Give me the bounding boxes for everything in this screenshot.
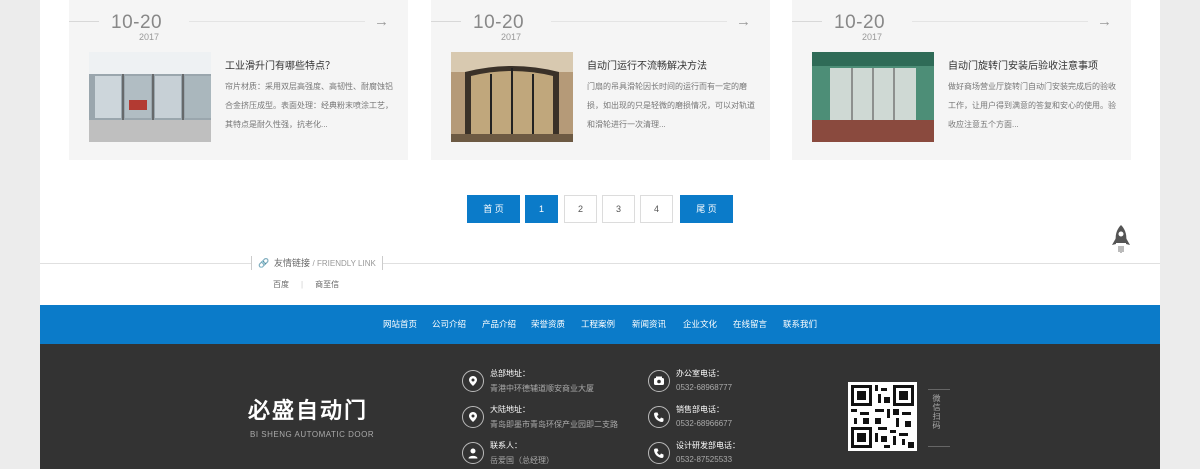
news-card[interactable]: 10-20 2017 → 工业滑升门有哪些特点？ 帘片材质：采用双层高强度、高韧… (69, 0, 408, 160)
card-date: 10-20 2017 → (431, 12, 770, 42)
news-desc: 做好商场营业厅旋转门自动门安装完成后的验收工作，让用户得到满意的答复和安心的使用… (948, 82, 1116, 129)
phone-icon (648, 442, 670, 464)
news-title[interactable]: 自动门旋转门安装后验收注意事项 (948, 57, 1118, 72)
news-image[interactable] (89, 52, 211, 142)
nav-item-cases[interactable]: 工程案例 (581, 305, 615, 344)
card-day: 10-20 (834, 12, 886, 33)
card-year: 2017 (139, 32, 160, 42)
card-date: 10-20 2017 → (792, 12, 1131, 42)
contact-label: 设计研发部电话： (676, 441, 740, 450)
nav-item-home[interactable]: 网站首页 (383, 305, 417, 344)
phone-icon (648, 406, 670, 428)
footer-nav: 网站首页 公司介绍 产品介绍 荣誉资质 工程案例 新闻资讯 企业文化 在线留言 … (40, 305, 1160, 344)
contact-label: 总部地址： (490, 369, 530, 378)
news-desc: 门扇的吊具滑轮因长时间的运行而有一定的磨损，如出现的只是轻微的磨损情况，可以对轨… (587, 82, 755, 129)
friendly-link-item[interactable]: 商至信 (315, 280, 339, 289)
card-day: 10-20 (111, 12, 163, 33)
friendly-link-list: 百度 | 商至信 (273, 280, 340, 289)
arrow-right-icon[interactable]: → (1097, 13, 1112, 30)
contact-value: 0532-68968777 (676, 383, 733, 392)
news-title[interactable]: 工业滑升门有哪些特点？ (225, 57, 395, 72)
friendly-link-heading: 🔗 友情链接 / FRIENDLY LINK (251, 256, 383, 270)
nav-item-products[interactable]: 产品介绍 (482, 305, 516, 344)
news-desc: 帘片材质：采用双层高强度、高韧性、耐腐蚀铝合金挤压成型。表面处理：经典粉末喷涂工… (225, 82, 393, 129)
arrow-right-icon[interactable]: → (736, 13, 751, 30)
page-button-3[interactable]: 3 (602, 195, 635, 223)
person-icon (462, 442, 484, 464)
qr-caption: 微信扫码 (928, 389, 950, 447)
qr-caption-text: 微信扫码 (932, 394, 941, 430)
phone-icon (648, 370, 670, 392)
location-icon (462, 406, 484, 428)
news-image[interactable] (451, 52, 573, 142)
divider (40, 263, 1160, 264)
contact-value: 岳爱国（总经理） (490, 456, 554, 465)
card-year: 2017 (862, 32, 883, 42)
footer-logo-en: BI SHENG AUTOMATIC DOOR (250, 430, 375, 439)
nav-item-culture[interactable]: 企业文化 (683, 305, 717, 344)
contact-value: 青岛即墨市青岛环保产业园即二支路 (490, 420, 618, 429)
contact-value: 0532-68966677 (676, 419, 733, 428)
page-button-4[interactable]: 4 (640, 195, 673, 223)
back-to-top-rocket-icon[interactable] (1110, 224, 1132, 254)
contact-value: 0532-87525533 (676, 455, 733, 464)
arrow-right-icon[interactable]: → (374, 13, 389, 30)
contact-label: 销售部电话： (676, 405, 724, 414)
page-button-1[interactable]: 1 (525, 195, 558, 223)
friendly-link-title-en: / FRIENDLY LINK (312, 259, 376, 268)
contact-label: 大陆地址： (490, 405, 530, 414)
nav-item-about[interactable]: 公司介绍 (432, 305, 466, 344)
contact-label: 办公室电话： (676, 369, 724, 378)
nav-item-news[interactable]: 新闻资讯 (632, 305, 666, 344)
friendly-link-title: 友情链接 (274, 258, 311, 268)
location-icon (462, 370, 484, 392)
first-page-button[interactable]: 首 页 (467, 195, 520, 223)
card-date: 10-20 2017 → (69, 12, 408, 42)
card-year: 2017 (501, 32, 522, 42)
news-card[interactable]: 10-20 2017 → 自动门运行不流畅解决方法 门扇的吊具滑轮因长时间的运行… (431, 0, 770, 160)
contact-value: 青港中环德辅道顺安商业大厦 (490, 384, 594, 393)
nav-item-message[interactable]: 在线留言 (733, 305, 767, 344)
nav-item-honors[interactable]: 荣誉资质 (531, 305, 565, 344)
card-day: 10-20 (473, 12, 525, 33)
footer-logo: 必盛自动门 (248, 398, 369, 423)
news-card[interactable]: 10-20 2017 → 自动门旋转门安装后验收注意事项 做好商场营业厅旋转门自… (792, 0, 1131, 160)
footer: 必盛自动门 BI SHENG AUTOMATIC DOOR 总部地址： 青港中环… (40, 344, 1160, 469)
page: 10-20 2017 → 工业滑升门有哪些特点？ 帘片材质：采用双层高强度、高韧… (40, 0, 1160, 469)
nav-item-contact[interactable]: 联系我们 (783, 305, 817, 344)
link-icon: 🔗 (258, 258, 270, 268)
contact-label: 联系人： (490, 441, 522, 450)
news-image[interactable] (812, 52, 934, 142)
wechat-qr-code (848, 382, 917, 451)
last-page-button[interactable]: 尾 页 (680, 195, 733, 223)
news-title[interactable]: 自动门运行不流畅解决方法 (587, 57, 757, 72)
page-button-2[interactable]: 2 (564, 195, 597, 223)
friendly-link-item[interactable]: 百度 (273, 280, 289, 289)
